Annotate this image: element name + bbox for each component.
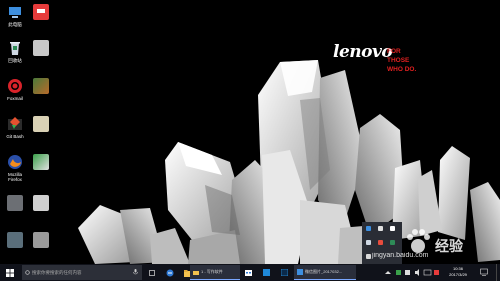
blurred-file-icon: [33, 116, 49, 132]
search-placeholder: 搜索你要搜索的任何内容: [32, 270, 82, 275]
windows-logo-icon: [6, 268, 14, 277]
taskbar-app-store[interactable]: [242, 265, 254, 280]
photoshop-icon: [280, 269, 288, 276]
tray-app-icon[interactable]: [366, 240, 371, 245]
blurred-file-icon: [33, 154, 49, 170]
desktop-icon-label: 回收站: [8, 58, 22, 63]
folder-icon: [193, 270, 199, 275]
firefox-icon: [7, 154, 23, 170]
task-view-button[interactable]: [146, 265, 158, 280]
desktop-icon-blurred[interactable]: [28, 195, 54, 211]
tagline-line-3: WHO DO.: [387, 66, 417, 73]
computer-icon: [7, 4, 23, 20]
desktop-icon-label: Git Bash: [6, 134, 24, 139]
search-box[interactable]: 搜索你要搜索的任何内容: [22, 265, 142, 280]
desktop-icon-git-bash[interactable]: Git Bash: [2, 116, 28, 139]
desktop-icon-recycle-bin[interactable]: 回收站: [2, 40, 28, 63]
clock-date: 2017/3/29: [449, 271, 467, 277]
desktop-icon-blurred[interactable]: [28, 116, 54, 132]
app-icon: [262, 269, 270, 276]
tagline-line-2: THOSE: [387, 57, 410, 64]
tagline-line-1: FOR: [387, 48, 401, 55]
taskbar: 搜索你要搜索的任何内容 1 - 写作软件 微信图片_2017032... 10:…: [0, 264, 500, 281]
tray-app-icon: [434, 270, 439, 275]
keyboard-icon: [423, 269, 432, 276]
desktop-icon-blurred[interactable]: [2, 232, 28, 248]
taskbar-app-label: 1 - 写作软件: [201, 269, 223, 274]
task-view-icon: [149, 269, 155, 276]
taskbar-app-photoshop[interactable]: [278, 265, 290, 280]
watermark-url: jingyan.baidu.com: [372, 252, 429, 259]
blurred-file-icon: [33, 232, 49, 248]
tray-app-icon[interactable]: [378, 226, 383, 231]
microphone-icon[interactable]: [133, 269, 138, 275]
desktop-icon-blurred[interactable]: [2, 195, 28, 211]
blurred-file-icon: [33, 40, 49, 56]
desktop-icon-label: Foxmail: [7, 96, 23, 101]
desktop-icon-label: Mozilla Firefox: [7, 172, 22, 182]
taskbar-app-edge[interactable]: [164, 265, 176, 280]
desktop: lenovo FOR THOSE WHO DO. 此电脑 回收站 Foxmail…: [0, 0, 500, 264]
tray-app-icon[interactable]: [378, 240, 383, 245]
watermark-text: 经验: [435, 238, 463, 254]
blurred-file-icon: [33, 195, 49, 211]
desktop-icon-blurred[interactable]: [28, 78, 54, 94]
tray-app-icon[interactable]: [366, 254, 371, 259]
lenovo-logo: lenovo: [333, 42, 393, 62]
crystal-wallpaper: [78, 60, 500, 264]
start-button[interactable]: [0, 264, 20, 281]
blurred-file-icon: [7, 195, 23, 211]
show-desktop-button[interactable]: [496, 264, 500, 281]
volume-icon: [415, 269, 419, 276]
git-bash-icon: [7, 116, 23, 132]
photo-viewer-icon: [297, 269, 303, 275]
desktop-icon-blurred[interactable]: [28, 40, 54, 56]
app-red-icon: [33, 4, 49, 20]
taskbar-app[interactable]: [260, 265, 272, 280]
desktop-icon-this-pc[interactable]: 此电脑: [2, 4, 28, 27]
blurred-file-icon: [33, 78, 49, 94]
desktop-icon-red-app[interactable]: [28, 4, 54, 20]
store-icon: [244, 270, 252, 276]
tray-app-icon[interactable]: [390, 240, 395, 245]
desktop-icon-label: 此电脑: [8, 22, 22, 27]
clock[interactable]: 10:36 2017/3/29: [444, 266, 472, 277]
edge-icon: [166, 269, 174, 276]
taskbar-app-label: 微信图片_2017032...: [305, 269, 343, 274]
desktop-icon-foxmail[interactable]: Foxmail: [2, 78, 28, 101]
taskbar-app-photo-viewer[interactable]: 微信图片_2017032...: [294, 265, 356, 280]
cloud-icon[interactable]: [390, 226, 395, 231]
search-icon: [25, 270, 30, 275]
foxmail-icon: [7, 78, 23, 94]
desktop-icon-firefox[interactable]: Mozilla Firefox: [2, 154, 28, 182]
recycle-bin-icon: [7, 40, 23, 56]
blurred-file-icon: [7, 232, 23, 248]
desktop-icon-blurred[interactable]: [28, 232, 54, 248]
tray-overflow-chevron-icon: [385, 271, 391, 274]
tray-app-icon: [396, 270, 401, 275]
system-tray: [385, 269, 439, 276]
notifications-icon[interactable]: [480, 268, 488, 276]
tray-app-icon[interactable]: [366, 226, 371, 231]
network-icon: [405, 270, 410, 275]
taskbar-app-folder[interactable]: 1 - 写作软件: [190, 265, 240, 280]
desktop-icon-blurred[interactable]: [28, 154, 54, 170]
lenovo-tagline: FOR THOSE WHO DO.: [387, 47, 416, 74]
